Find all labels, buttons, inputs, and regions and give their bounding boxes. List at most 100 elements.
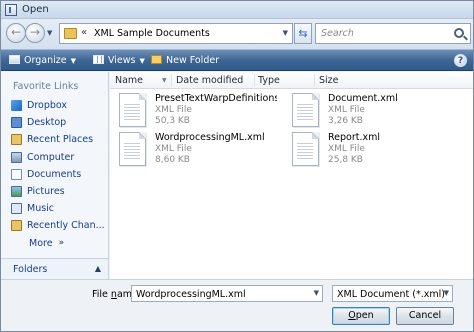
views-label: Views: [108, 55, 136, 66]
more-chevron-icon: »: [58, 238, 65, 249]
file-type-dropdown-icon[interactable]: ▼: [444, 289, 449, 297]
more-label: More: [29, 237, 53, 249]
sidebar-item-label: Dropbox: [27, 100, 68, 112]
file-list-view: Name ▼ Date modified Type Size PresetTex…: [110, 72, 473, 279]
file-item[interactable]: Report.xml XML File 25,8 KB: [292, 132, 442, 170]
new-folder-icon: [151, 55, 162, 64]
folder-icon: [64, 28, 77, 39]
address-dropdown-icon[interactable]: ▼: [283, 29, 288, 37]
organize-button[interactable]: Organize ▼: [9, 53, 76, 69]
column-divider[interactable]: [314, 74, 315, 87]
help-icon[interactable]: ?: [454, 54, 467, 67]
address-row: ← → ▼ « XML Sample Documents ▼ ⇆ Search: [1, 19, 473, 49]
recent-places-icon: [11, 134, 22, 146]
xml-file-icon: [292, 132, 319, 166]
search-icon[interactable]: [454, 28, 464, 38]
sidebar-item-label: Pictures: [27, 186, 65, 198]
pictures-icon: [11, 186, 22, 198]
breadcrumb-current-folder[interactable]: XML Sample Documents: [94, 28, 210, 39]
search-input[interactable]: Search: [315, 23, 471, 44]
file-name: Document.xml: [328, 93, 398, 104]
sidebar-item-label: Computer: [27, 151, 75, 163]
file-size: 25,8 KB: [328, 155, 363, 165]
xml-file-icon: [292, 93, 319, 127]
folders-toggle[interactable]: Folders ▲: [1, 258, 109, 279]
file-name-input[interactable]: WordprocessingML.xml ▼: [131, 285, 323, 302]
breadcrumb-overflow-icon[interactable]: «: [81, 27, 87, 38]
chevron-up-icon: ▲: [94, 264, 101, 273]
file-item[interactable]: PresetTextWarpDefinitions.x... XML File …: [119, 93, 277, 131]
back-button[interactable]: ←: [6, 23, 26, 43]
open-label: pen: [355, 310, 374, 321]
column-header-date-modified[interactable]: Date modified: [176, 75, 243, 86]
xml-file-icon: [119, 132, 146, 166]
sidebar-item-recently-changed[interactable]: Recently Chan...: [1, 217, 108, 234]
column-divider[interactable]: [254, 74, 255, 87]
sidebar-item-computer[interactable]: Computer: [1, 149, 108, 166]
favorite-links-list: Dropbox Desktop Recent Places Computer D…: [1, 97, 108, 252]
file-name: WordprocessingML.xml: [155, 132, 265, 143]
folders-label: Folders: [13, 264, 48, 275]
file-name-value: WordprocessingML.xml: [136, 289, 246, 300]
sidebar-item-desktop[interactable]: Desktop: [1, 114, 108, 131]
search-placeholder: Search: [321, 28, 354, 39]
column-header-type[interactable]: Type: [258, 75, 280, 86]
column-name-dropdown-icon[interactable]: ▼: [162, 77, 167, 84]
column-headers: Name ▼ Date modified Type Size: [110, 72, 473, 89]
views-dropdown-icon: ▼: [139, 57, 145, 65]
new-folder-button[interactable]: New Folder: [151, 53, 219, 69]
command-toolbar: Organize ▼ Views ▼ New Folder ?: [1, 49, 473, 71]
file-type: XML File: [328, 144, 365, 154]
address-bar[interactable]: « XML Sample Documents ▼: [59, 23, 293, 44]
column-header-size[interactable]: Size: [319, 75, 339, 86]
computer-icon: [11, 151, 22, 163]
column-header-name[interactable]: Name: [115, 75, 143, 86]
open-button[interactable]: Open: [332, 307, 390, 325]
sidebar-more-link[interactable]: More »: [1, 235, 108, 252]
file-size: 50,3 KB: [155, 116, 190, 126]
recent-locations-dropdown-icon[interactable]: ▼: [47, 29, 52, 37]
dialog-app-icon: [5, 4, 17, 16]
music-icon: [11, 203, 22, 215]
sidebar-item-dropbox[interactable]: Dropbox: [1, 97, 108, 114]
sidebar-item-label: Desktop: [27, 117, 67, 129]
xml-file-icon: [119, 93, 146, 127]
file-name: Report.xml: [328, 132, 381, 143]
views-icon: [93, 55, 104, 64]
organize-dropdown-icon: ▼: [70, 57, 76, 65]
sidebar-item-label: Music: [27, 203, 55, 215]
file-type: XML File: [155, 105, 192, 115]
file-name: PresetTextWarpDefinitions.x...: [155, 93, 277, 104]
sidebar-item-label: Documents: [27, 168, 82, 180]
new-folder-label: New Folder: [166, 55, 220, 66]
file-size: 3,26 KB: [328, 116, 363, 126]
file-type-select[interactable]: XML Document (*.xml) ▼: [332, 285, 453, 302]
column-divider[interactable]: [171, 74, 172, 87]
sidebar-item-pictures[interactable]: Pictures: [1, 183, 108, 200]
sidebar-item-music[interactable]: Music: [1, 200, 108, 217]
forward-button[interactable]: →: [25, 23, 45, 43]
documents-icon: [11, 168, 22, 180]
cancel-button[interactable]: Cancel: [396, 307, 454, 325]
file-item[interactable]: WordprocessingML.xml XML File 8,60 KB: [119, 132, 269, 170]
file-name-dropdown-icon[interactable]: ▼: [314, 289, 319, 297]
favorite-links-header: Favorite Links: [13, 81, 79, 92]
sidebar-item-label: Recently Chan...: [27, 220, 105, 232]
open-accesskey: O: [348, 310, 356, 321]
views-button[interactable]: Views ▼: [93, 53, 145, 69]
forward-arrow-icon: →: [30, 25, 41, 39]
file-type: XML File: [155, 144, 192, 154]
file-item[interactable]: Document.xml XML File 3,26 KB: [292, 93, 442, 131]
refresh-button[interactable]: ⇆: [294, 23, 312, 44]
back-arrow-icon: ←: [11, 25, 22, 39]
open-dialog: Open ← → ▼ « XML Sample Documents ▼ ⇆ Se…: [0, 0, 474, 332]
navigation-pane: Favorite Links Dropbox Desktop Recent Pl…: [1, 72, 109, 279]
sidebar-item-recent-places[interactable]: Recent Places: [1, 131, 108, 148]
refresh-icon: ⇆: [298, 27, 308, 40]
recently-changed-icon: [11, 220, 22, 232]
sidebar-item-label: Recent Places: [27, 134, 94, 146]
sidebar-item-documents[interactable]: Documents: [1, 166, 108, 183]
file-type: XML File: [328, 105, 365, 115]
file-name-label-prefix: File: [92, 289, 111, 300]
organize-icon: [9, 55, 20, 64]
